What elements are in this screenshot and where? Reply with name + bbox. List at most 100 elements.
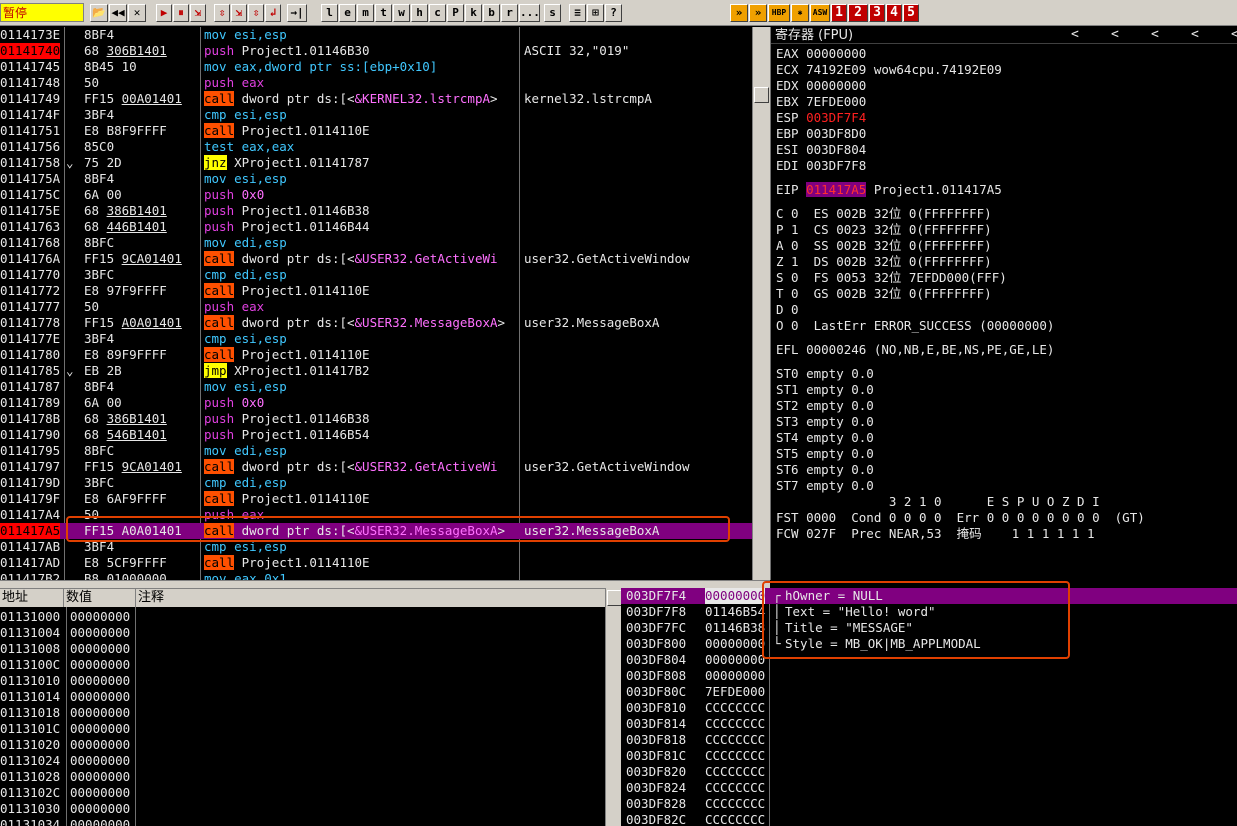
register-line[interactable]: ST1 empty 0.0 [776,382,874,398]
dump-col-comment[interactable]: 注释 [136,589,605,607]
register-line[interactable]: FST 0000 Cond 0 0 0 0 Err 0 0 0 0 0 0 0 … [776,510,1145,526]
toolbar-button[interactable]: ✱ [791,4,809,22]
disassembly-row[interactable]: 011417AB 3BF4 cmp esi,esp [0,539,752,555]
toolbar-button[interactable]: ... [519,4,540,22]
toolbar-button[interactable]: 5 [903,4,919,22]
stack-row[interactable]: 003DF80C 7EFDE000 [621,684,1237,700]
register-line[interactable]: A 0 SS 002B 32位 0(FFFFFFFF) [776,238,992,254]
scroll-thumb[interactable] [607,590,622,606]
register-line[interactable]: O 0 LastErr ERROR_SUCCESS (00000000) [776,318,1054,334]
arrow-left-icon[interactable]: < [1231,27,1237,42]
register-line[interactable]: D 0 [776,302,799,318]
dump-row[interactable]: 01131034 00000000 [0,817,605,826]
register-line[interactable]: EBX 7EFDE000 [776,94,866,110]
arrow-left-icon[interactable]: < [1191,27,1199,42]
memory-dump-pane[interactable]: 地址 数值 注释 01131000 00000000 01131004 0000000… [0,588,605,826]
arrow-left-icon[interactable]: < [1071,27,1079,42]
register-line[interactable]: 3 2 1 0 E S P U O Z D I [776,494,1100,510]
disassembly-row[interactable]: 01141758 75 2D ⌄ jnz XProject1.01141787 [0,155,752,171]
disassembly-row[interactable]: 01141789 6A 00 push 0x0 [0,395,752,411]
toolbar-button[interactable]: ✕ [128,4,146,22]
toolbar-button[interactable]: ⏸ [173,4,189,22]
stack-row[interactable]: 003DF82C CCCCCCCC [621,812,1237,826]
registers-pane[interactable]: 寄存器 (FPU) < < < < < EAX 00000000ECX 74192E09… [770,27,1237,580]
disassembly-row[interactable]: 01141778 FF15 A0A01401 call dword ptr ds:[… [0,315,752,331]
disassembly-row[interactable]: 0114175C 6A 00 push 0x0 [0,187,752,203]
toolbar-button[interactable]: e [339,4,356,22]
toolbar-button[interactable]: →| [287,4,307,22]
dump-row[interactable]: 01131014 00000000 [0,689,605,705]
toolbar-button[interactable]: h [411,4,428,22]
stack-row[interactable]: 003DF800 00000000 └ Style = MB_OK|MB_APPLMO… [621,636,1237,652]
dump-row[interactable]: 01131008 00000000 [0,641,605,657]
disassembly-row[interactable]: 01141772 E8 97F9FFFF call Project1.0114110… [0,283,752,299]
toolbar-button[interactable]: » [730,4,748,22]
scroll-thumb[interactable] [754,87,769,103]
toolbar-button[interactable]: r [501,4,518,22]
register-line[interactable]: S 0 FS 0053 32位 7EFDD000(FFF) [776,270,1007,286]
disassembly-row[interactable]: 01141756 85C0 test eax,eax [0,139,752,155]
stack-row[interactable]: 003DF7F8 01146B54 │ Text = "Hello! word" [621,604,1237,620]
register-line[interactable]: EDI 003DF7F8 [776,158,866,174]
toolbar-button[interactable]: 📂 [90,4,108,22]
stack-row[interactable]: 003DF7F4 00000000 ┌ hOwner = NULL [621,588,1237,604]
toolbar-button[interactable]: ◀◀ [109,4,127,22]
toolbar-button[interactable]: c [429,4,446,22]
stack-row[interactable]: 003DF804 00000000 [621,652,1237,668]
toolbar-button[interactable]: ⊞ [587,4,604,22]
disassembly-row[interactable]: 01141745 8B45 10 mov eax,dword ptr ss:[ebp… [0,59,752,75]
toolbar-button[interactable]: l [321,4,338,22]
toolbar-button[interactable]: ? [605,4,622,22]
disassembly-row[interactable]: 0114177E 3BF4 cmp esi,esp [0,331,752,347]
toolbar-button[interactable]: 1 [831,4,847,22]
stack-row[interactable]: 003DF820 CCCCCCCC [621,764,1237,780]
toolbar-button[interactable]: 3 [869,4,885,22]
disassembly-row[interactable]: 01141768 8BFC mov edi,esp [0,235,752,251]
register-line[interactable]: ST7 empty 0.0 [776,478,874,494]
toolbar-button[interactable]: 4 [886,4,902,22]
stack-row[interactable]: 003DF7FC 01146B38 │ Title = "MESSAGE" [621,620,1237,636]
toolbar-button[interactable]: ⇲ [190,4,206,22]
register-line[interactable]: EFL 00000246 (NO,NB,E,BE,NS,PE,GE,LE) [776,342,1054,358]
toolbar-button[interactable]: ⇳ [248,4,264,22]
stack-row[interactable]: 003DF81C CCCCCCCC [621,748,1237,764]
toolbar-button[interactable]: t [375,4,392,22]
register-line[interactable]: P 1 CS 0023 32位 0(FFFFFFFF) [776,222,992,238]
register-line[interactable]: ST3 empty 0.0 [776,414,874,430]
dump-row[interactable]: 01131024 00000000 [0,753,605,769]
toolbar-button[interactable]: b [483,4,500,22]
arrow-left-icon[interactable]: < [1151,27,1159,42]
dump-scrollbar[interactable] [605,588,622,826]
toolbar-button[interactable]: HBP [768,4,790,22]
stack-row[interactable]: 003DF808 00000000 [621,668,1237,684]
dump-col-address[interactable]: 地址 [0,589,64,607]
disassembly-row[interactable]: 01141749 FF15 00A01401 call dword ptr ds:[… [0,91,752,107]
disassembly-row[interactable]: 0114174F 3BF4 cmp esi,esp [0,107,752,123]
disassembly-row[interactable]: 0114179F E8 6AF9FFFF call Project1.0114110… [0,491,752,507]
disassembly-row[interactable]: 0114178B 68 386B1401 push Project1.01146B3… [0,411,752,427]
toolbar-button[interactable]: 2 [848,4,868,22]
dump-row[interactable]: 01131010 00000000 [0,673,605,689]
register-line[interactable]: T 0 GS 002B 32位 0(FFFFFFFF) [776,286,992,302]
dump-row[interactable]: 01131028 00000000 [0,769,605,785]
toolbar-button[interactable]: ⇲ [231,4,247,22]
dump-row[interactable]: 01131004 00000000 [0,625,605,641]
register-line[interactable]: ST5 empty 0.0 [776,446,874,462]
disassembly-row[interactable]: 01141785 EB 2B ⌄ jmp XProject1.011417B2 [0,363,752,379]
toolbar-button[interactable]: ↲ [265,4,281,22]
disassembly-hscrollbar[interactable] [0,580,770,588]
dump-col-value[interactable]: 数值 [64,589,136,607]
toolbar-button[interactable]: w [393,4,410,22]
stack-pane[interactable]: 003DF7F4 00000000 ┌ hOwner = NULL 003DF7F8 01… [621,588,1237,826]
toolbar-button[interactable]: P [447,4,464,22]
register-line[interactable]: EIP 011417A5 Project1.011417A5 [776,182,1002,198]
register-line[interactable]: ST0 empty 0.0 [776,366,874,382]
stack-row[interactable]: 003DF814 CCCCCCCC [621,716,1237,732]
toolbar-button[interactable]: s [544,4,561,22]
register-line[interactable]: FCW 027F Prec NEAR,53 掩码 1 1 1 1 1 1 [776,526,1095,542]
stack-row[interactable]: 003DF828 CCCCCCCC [621,796,1237,812]
disassembly-row[interactable]: 01141763 68 446B1401 push Project1.01146B4… [0,219,752,235]
register-line[interactable]: Z 1 DS 002B 32位 0(FFFFFFFF) [776,254,992,270]
toolbar-button[interactable]: » [749,4,767,22]
disassembly-row[interactable]: 011417B2 B8 01000000 mov eax,0x1 [0,571,752,580]
